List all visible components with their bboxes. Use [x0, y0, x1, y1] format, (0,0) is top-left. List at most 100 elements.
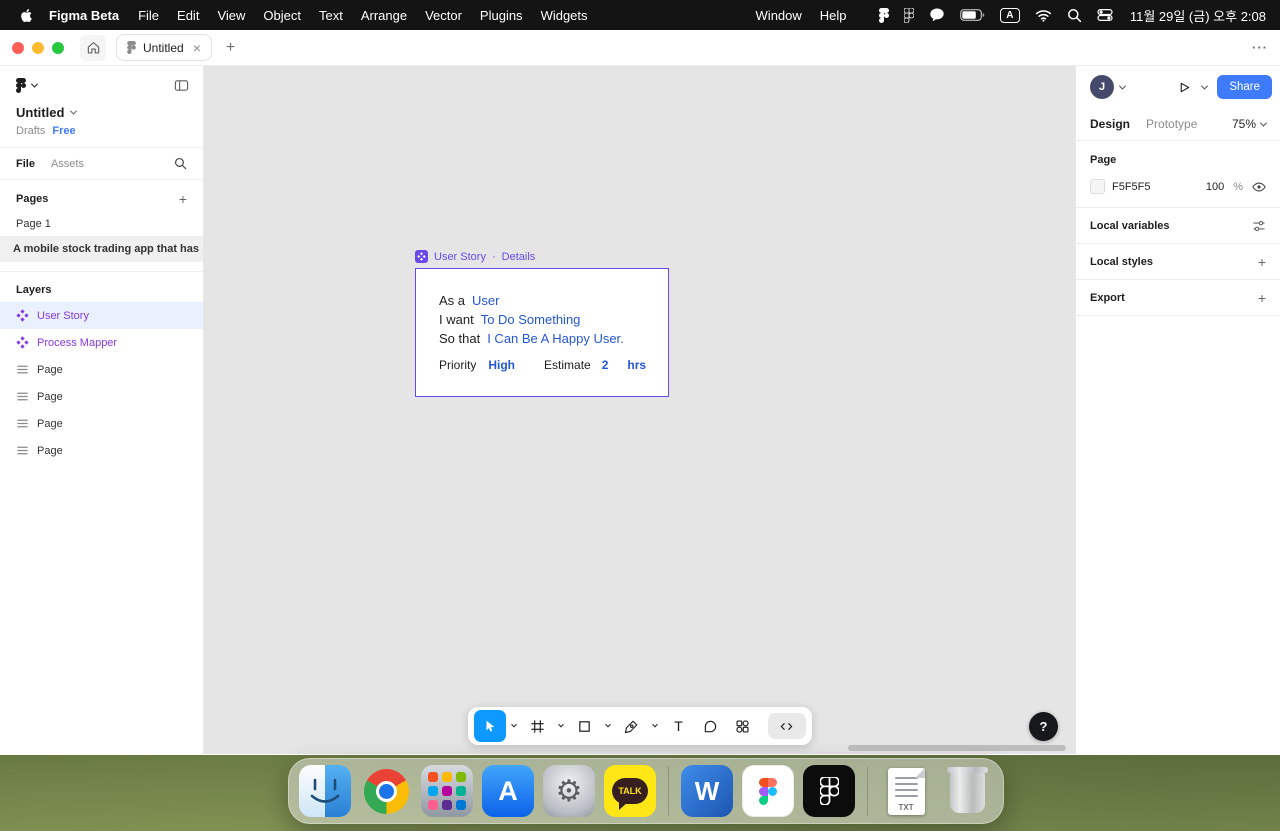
layer-page[interactable]: Page — [0, 356, 203, 383]
dock-text-document-icon[interactable]: TXT — [880, 765, 932, 817]
plan-badge[interactable]: Free — [52, 125, 75, 137]
user-story-widget-card[interactable]: As a User I want To Do Something So that… — [415, 268, 669, 397]
page-item-selected[interactable]: A mobile stock trading app that has ... — [0, 236, 203, 262]
tab-close-icon[interactable]: × — [193, 41, 201, 55]
toggle-sidebar-icon[interactable] — [174, 78, 189, 93]
layer-user-story[interactable]: User Story — [0, 302, 203, 329]
dock-chrome-icon[interactable] — [360, 765, 412, 817]
actions-tool-button[interactable] — [728, 711, 758, 741]
file-title-row[interactable]: Untitled — [0, 97, 203, 120]
layer-process-mapper[interactable]: Process Mapper — [0, 329, 203, 356]
present-button[interactable] — [1178, 81, 1209, 94]
new-tab-button[interactable]: + — [226, 39, 235, 56]
local-variables-row[interactable]: Local variables — [1076, 208, 1280, 244]
canvas[interactable]: User Story · Details As a User I want To… — [204, 66, 1075, 754]
menu-edit[interactable]: Edit — [168, 8, 208, 23]
move-tool-button[interactable] — [473, 710, 506, 742]
story-value[interactable]: I Can Be A Happy User. — [487, 329, 624, 348]
move-tool-chevron[interactable] — [508, 711, 521, 741]
export-row[interactable]: Export + — [1076, 280, 1280, 316]
estimate-unit[interactable]: hrs — [627, 358, 646, 372]
menu-object[interactable]: Object — [254, 8, 310, 23]
comment-tool-button[interactable] — [696, 711, 726, 741]
estimate-value[interactable]: 2 — [602, 358, 609, 372]
visibility-eye-icon[interactable] — [1252, 180, 1266, 194]
tab-design[interactable]: Design — [1090, 117, 1130, 131]
fill-opacity-value[interactable]: 100 — [1206, 181, 1224, 193]
menubar-app-name[interactable]: Figma Beta — [39, 8, 129, 23]
menu-plugins[interactable]: Plugins — [471, 8, 532, 23]
add-style-button[interactable]: + — [1258, 255, 1266, 269]
menu-text[interactable]: Text — [310, 8, 352, 23]
menu-file[interactable]: File — [129, 8, 168, 23]
tab-file[interactable]: File — [16, 158, 35, 170]
help-button[interactable]: ? — [1029, 712, 1058, 741]
color-swatch[interactable] — [1090, 179, 1105, 194]
variables-icon[interactable] — [1252, 219, 1266, 233]
dock-finder-icon[interactable] — [299, 765, 351, 817]
menubar-clock[interactable]: 11월 29일 (금) 오후 2:08 — [1130, 6, 1266, 25]
horizontal-scrollbar[interactable] — [848, 745, 1066, 751]
dock-kakaotalk-icon[interactable]: TALK — [604, 765, 656, 817]
figma-status-icon[interactable] — [878, 7, 889, 23]
share-button[interactable]: Share — [1217, 75, 1272, 99]
dock-launchpad-icon[interactable] — [421, 765, 473, 817]
spotlight-search-icon[interactable] — [1067, 8, 1082, 23]
pen-tool-chevron[interactable] — [649, 711, 662, 741]
battery-icon[interactable] — [960, 9, 985, 21]
control-center-icon[interactable] — [1097, 7, 1113, 23]
zoom-control[interactable]: 75% — [1232, 117, 1268, 131]
text-tool-button[interactable]: T — [664, 711, 694, 741]
home-icon[interactable] — [80, 34, 106, 61]
menu-arrange[interactable]: Arrange — [352, 8, 416, 23]
page-item-1[interactable]: Page 1 — [0, 212, 203, 236]
figma-beta-status-icon[interactable] — [903, 7, 914, 23]
dock-word-icon[interactable]: W — [681, 765, 733, 817]
dock-settings-icon[interactable]: ⚙ — [543, 765, 595, 817]
wifi-icon[interactable] — [1035, 9, 1052, 22]
layer-page[interactable]: Page — [0, 437, 203, 464]
layer-page[interactable]: Page — [0, 383, 203, 410]
dock-trash-icon[interactable] — [941, 765, 993, 817]
left-sidebar: Untitled Drafts Free File Assets Pages + — [0, 66, 204, 754]
chevron-down-icon[interactable] — [1118, 82, 1127, 90]
tab-prototype[interactable]: Prototype — [1146, 117, 1197, 131]
local-styles-row[interactable]: Local styles + — [1076, 244, 1280, 280]
story-value[interactable]: User — [472, 291, 499, 310]
add-page-button[interactable]: + — [179, 192, 187, 206]
window-more-icon[interactable]: ··· — [1252, 40, 1268, 55]
fill-hex-value[interactable]: F5F5F5 — [1112, 181, 1151, 193]
menu-window[interactable]: Window — [747, 8, 811, 23]
input-source-badge[interactable]: A — [999, 7, 1020, 23]
apple-icon[interactable] — [14, 8, 39, 23]
menu-help[interactable]: Help — [811, 8, 856, 23]
story-value[interactable]: To Do Something — [481, 310, 581, 329]
search-icon[interactable] — [174, 157, 187, 170]
dock-figma-beta-icon[interactable] — [803, 765, 855, 817]
shape-tool-button[interactable] — [570, 711, 600, 741]
tab-assets[interactable]: Assets — [51, 158, 84, 170]
frame-tool-chevron[interactable] — [555, 711, 568, 741]
layer-page[interactable]: Page — [0, 410, 203, 437]
chat-status-icon[interactable] — [929, 7, 945, 23]
add-export-button[interactable]: + — [1258, 291, 1266, 305]
menu-view[interactable]: View — [208, 8, 254, 23]
shape-tool-chevron[interactable] — [602, 711, 615, 741]
close-window-button[interactable] — [12, 41, 24, 54]
drafts-label[interactable]: Drafts — [16, 125, 45, 137]
widget-label-bar[interactable]: User Story · Details — [415, 250, 535, 263]
pen-tool-button[interactable] — [617, 711, 647, 741]
minimize-window-button[interactable] — [32, 41, 44, 54]
widget-details-link[interactable]: Details — [502, 251, 536, 263]
avatar[interactable]: J — [1090, 75, 1114, 99]
tab-untitled[interactable]: Untitled × — [116, 34, 212, 61]
frame-tool-button[interactable] — [523, 711, 553, 741]
figma-main-menu-button[interactable] — [16, 78, 39, 93]
menu-widgets[interactable]: Widgets — [532, 8, 597, 23]
zoom-window-button[interactable] — [52, 41, 64, 54]
priority-value[interactable]: High — [488, 358, 515, 372]
dev-mode-toggle[interactable] — [767, 713, 806, 739]
menu-vector[interactable]: Vector — [416, 8, 471, 23]
dock-figma-icon[interactable] — [742, 765, 794, 817]
dock-app-store-icon[interactable]: A — [482, 765, 534, 817]
